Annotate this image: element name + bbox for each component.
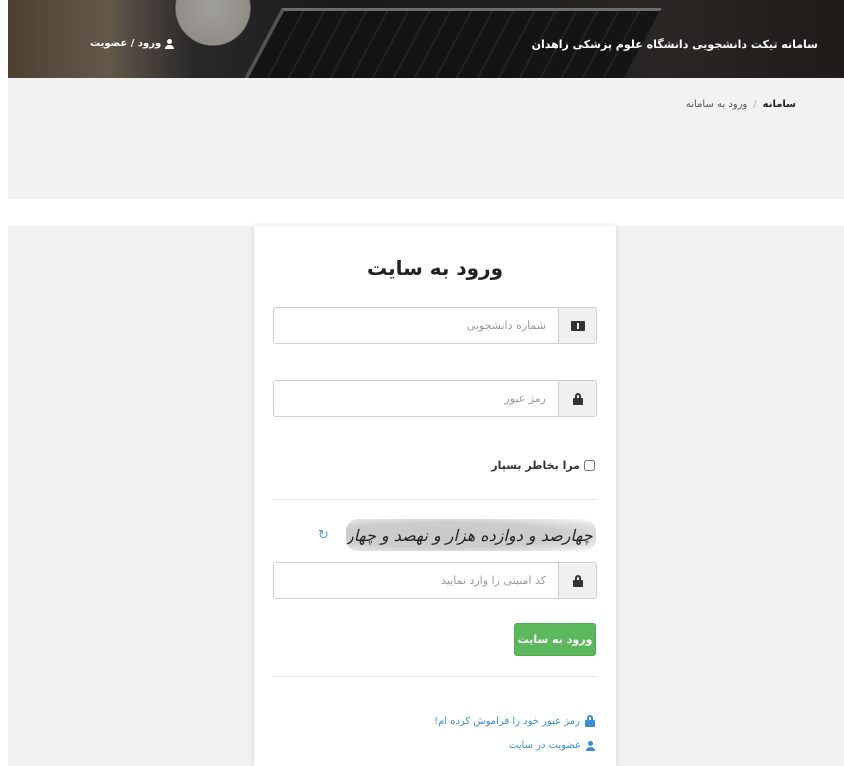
register-link[interactable]: عضویت در سایت — [509, 740, 595, 751]
register-label: عضویت در سایت — [508, 740, 581, 751]
divider — [273, 676, 597, 677]
divider — [273, 499, 597, 500]
forgot-password-label: رمز عبور خود را فراموش کرده ام! — [434, 715, 580, 727]
remember-me-label: مرا بخاطر بسپار — [491, 459, 580, 472]
security-code-group — [273, 562, 597, 599]
lock-icon — [572, 392, 583, 405]
password-input[interactable] — [274, 381, 558, 416]
header-banner: سامانه تیکت دانشجویی دانشگاه علوم پزشکی … — [8, 0, 844, 78]
student-number-group — [273, 307, 597, 344]
site-title[interactable]: سامانه تیکت دانشجویی دانشگاه علوم پزشکی … — [532, 38, 818, 51]
login-title: ورود به سایت — [366, 256, 504, 280]
refresh-icon[interactable]: ↻ — [318, 528, 329, 543]
breadcrumb-current: ورود به سامانه — [685, 99, 748, 110]
password-addon — [558, 381, 596, 416]
login-card: ورود به سایت مرا بخاطر بسپار چهارصد و دو… — [254, 226, 616, 766]
lock-icon — [585, 715, 595, 727]
security-code-addon — [558, 563, 596, 598]
forgot-password-link[interactable]: رمز عبور خود را فراموش کرده ام! — [434, 715, 595, 727]
breadcrumb-home[interactable]: سامانه — [763, 99, 796, 110]
breadcrumb-band: سامانه / ورود به سامانه — [8, 78, 844, 199]
breadcrumb-separator: / — [753, 99, 757, 110]
lock-icon — [572, 574, 583, 587]
breadcrumb: سامانه / ورود به سامانه — [686, 99, 796, 110]
password-group — [273, 380, 597, 417]
login-register-link[interactable]: ورود / عضویت — [90, 38, 175, 49]
ticket-icon — [570, 320, 585, 331]
remember-me[interactable]: مرا بخاطر بسپار — [491, 459, 595, 472]
student-number-input[interactable] — [274, 308, 558, 343]
captcha-image: چهارصد و دوازده هزار و نهصد و چهار — [346, 519, 596, 551]
user-icon — [165, 38, 175, 49]
student-number-addon — [558, 308, 596, 343]
security-code-input[interactable] — [274, 563, 558, 598]
remember-me-checkbox[interactable] — [584, 460, 595, 471]
user-icon — [586, 740, 595, 751]
login-register-label: ورود / عضویت — [90, 38, 162, 49]
login-submit-button[interactable]: ورود به سایت — [514, 623, 596, 656]
